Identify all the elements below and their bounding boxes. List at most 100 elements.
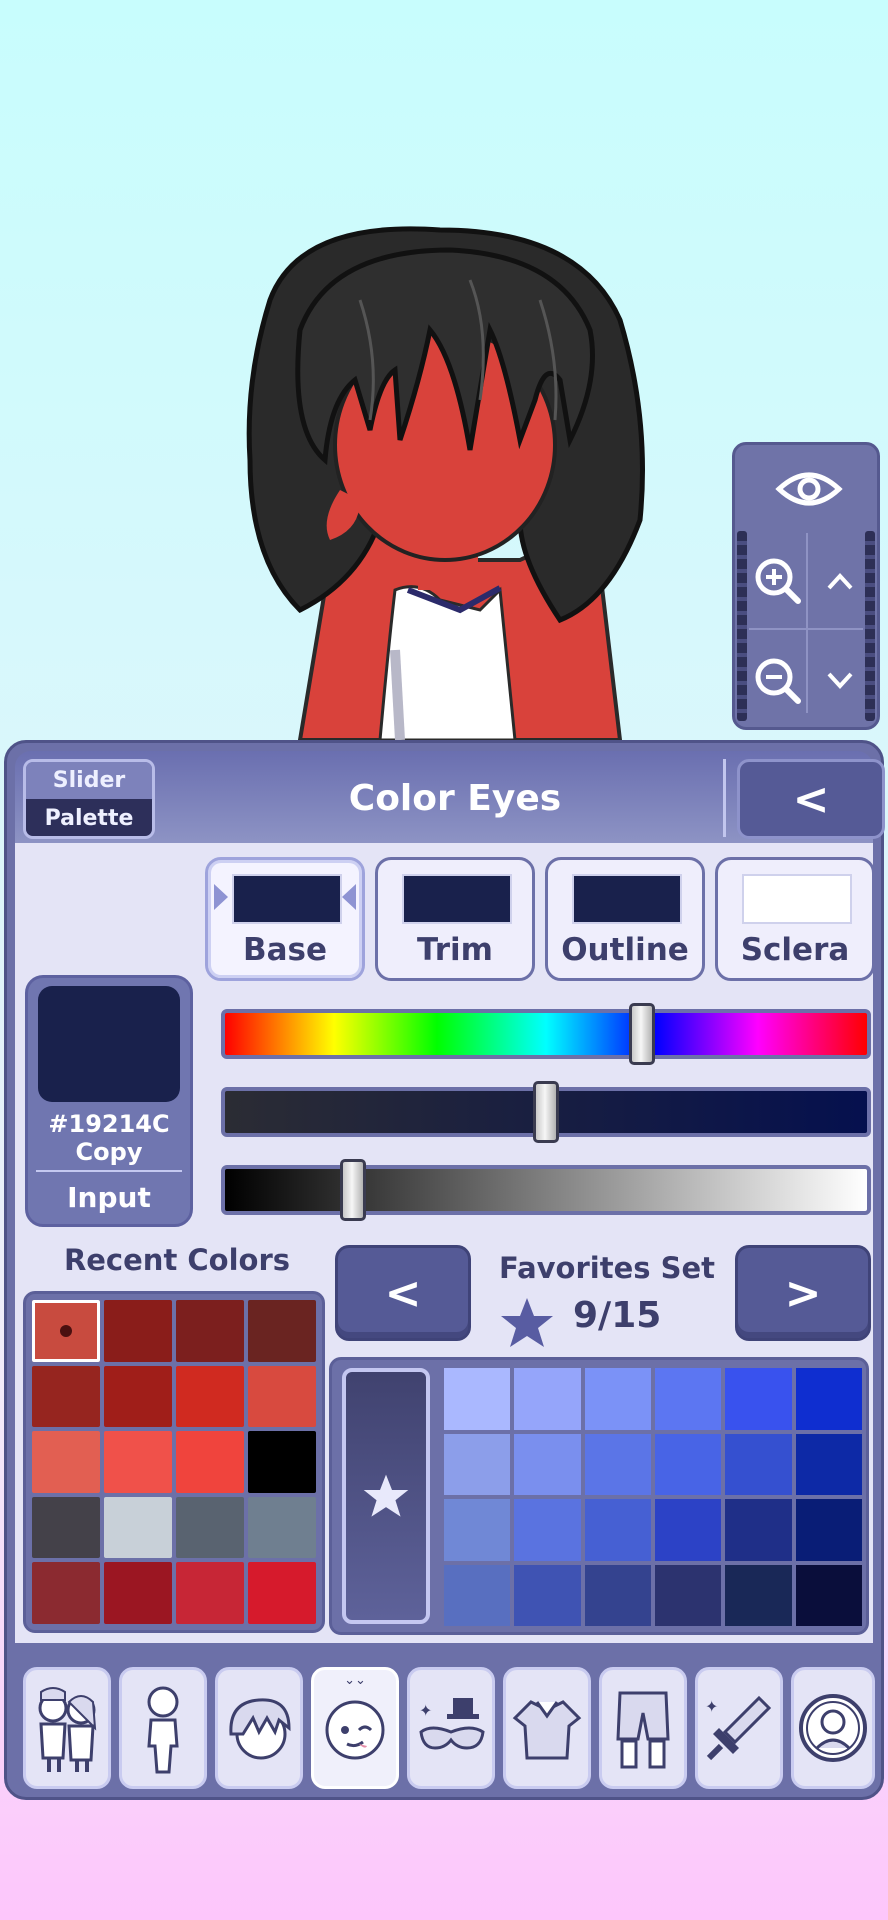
current-color-swatch [38,986,180,1102]
favorites-grid [444,1368,862,1626]
copy-button[interactable]: Copy [28,1138,190,1166]
selected-left-marker [214,884,228,910]
favorites-star-icon [501,1298,553,1347]
favorite-color-swatch[interactable] [514,1368,581,1430]
move-up-button[interactable] [811,541,869,621]
part-tab-outline[interactable]: Outline [545,857,705,981]
recent-color-swatch[interactable] [104,1300,172,1362]
saturation-slider-handle[interactable] [533,1081,559,1143]
nav-hair[interactable] [215,1667,303,1789]
recent-colors-grid [23,1291,325,1633]
favorite-color-swatch[interactable] [725,1499,792,1561]
favorite-color-swatch[interactable] [444,1368,511,1430]
recent-color-swatch[interactable] [248,1365,316,1428]
recent-color-swatch[interactable] [176,1496,244,1559]
mode-palette-option[interactable]: Palette [26,799,152,836]
recent-color-swatch[interactable] [32,1431,100,1493]
favorites-next-button[interactable]: > [735,1245,871,1341]
part-tab-sclera[interactable]: Sclera [715,857,875,981]
favorite-color-swatch[interactable] [584,1564,651,1626]
zoom-in-icon [755,558,801,604]
accessories-icon: ✦ [419,1698,485,1750]
favorite-color-swatch[interactable] [795,1368,862,1430]
favorite-color-swatch[interactable] [795,1499,862,1561]
recent-color-swatch[interactable] [104,1496,172,1559]
part-swatch [742,874,852,924]
favorite-color-swatch[interactable] [655,1368,722,1430]
nav-accessories[interactable]: ✦ [407,1667,495,1789]
nav-weapons[interactable]: ✦ [695,1667,783,1789]
input-button[interactable]: Input [28,1176,190,1220]
camera-rail-left[interactable] [737,531,747,721]
favorite-color-swatch[interactable] [725,1368,792,1430]
part-tab-trim[interactable]: Trim [375,857,535,981]
back-button[interactable]: < [737,759,885,839]
recent-color-swatch[interactable] [104,1365,172,1428]
brightness-slider[interactable] [221,1159,871,1221]
svg-text:✦: ✦ [419,1701,432,1720]
recent-color-swatch[interactable] [176,1431,244,1493]
favorite-color-swatch[interactable] [725,1433,792,1495]
saturation-slider[interactable] [221,1081,871,1143]
zoom-in-button[interactable] [749,541,807,621]
recent-color-swatch[interactable] [176,1365,244,1428]
input-divider [36,1170,182,1172]
recent-color-swatch[interactable] [248,1431,316,1493]
recent-color-swatch[interactable] [248,1562,316,1624]
bottom-clothing-icon [616,1691,670,1769]
recent-color-swatch[interactable] [248,1300,316,1362]
favorite-color-swatch[interactable] [514,1564,581,1626]
favorites-prev-button[interactable]: < [335,1245,471,1341]
recent-color-swatch[interactable] [176,1300,244,1362]
favorite-color-swatch[interactable] [584,1433,651,1495]
top-clothing-icon [512,1700,582,1760]
favorite-color-swatch[interactable] [584,1499,651,1561]
recent-color-swatch[interactable] [248,1496,316,1559]
nav-characters[interactable] [23,1667,111,1789]
selected-right-marker [342,884,356,910]
nav-bottoms[interactable] [599,1667,687,1789]
recent-color-swatch[interactable] [104,1562,172,1624]
recent-color-swatch[interactable] [104,1431,172,1493]
recent-color-swatch[interactable] [176,1562,244,1624]
mode-toggle[interactable]: Slider Palette [23,759,155,839]
favorite-color-swatch[interactable] [795,1433,862,1495]
eye-toggle-button[interactable] [765,459,853,519]
favorite-color-swatch[interactable] [514,1433,581,1495]
nav-face[interactable]: ⌄⌄ [311,1667,399,1789]
favorite-color-swatch[interactable] [655,1564,722,1626]
hue-slider[interactable] [221,1003,871,1065]
favorite-color-swatch[interactable] [444,1564,511,1626]
favorite-color-swatch[interactable] [514,1499,581,1561]
favorite-color-swatch[interactable] [444,1433,511,1495]
favorite-color-swatch[interactable] [655,1433,722,1495]
brightness-slider-handle[interactable] [340,1159,367,1221]
body-icon [147,1686,179,1774]
add-favorite-button[interactable] [342,1368,430,1624]
recent-color-swatch[interactable] [32,1365,100,1428]
favorite-color-swatch[interactable] [444,1499,511,1561]
part-label: Base [242,932,328,968]
move-up-icon [827,573,853,590]
recent-color-swatch[interactable] [32,1562,100,1624]
recent-color-swatch[interactable] [32,1300,100,1362]
part-label: Sclera [740,932,850,968]
favorite-color-swatch[interactable] [655,1499,722,1561]
hue-slider-handle[interactable] [629,1003,656,1065]
favorite-color-swatch[interactable] [795,1564,862,1626]
favorites-area [329,1357,869,1635]
part-tab-base[interactable]: Base [205,857,365,981]
favorite-color-swatch[interactable] [725,1564,792,1626]
zoom-out-button[interactable] [749,641,807,721]
nav-tops[interactable] [503,1667,591,1789]
nav-profile[interactable] [791,1667,875,1789]
recent-colors-title: Recent Colors [63,1243,291,1277]
part-swatch [232,874,342,924]
move-down-button[interactable] [811,641,869,721]
camera-controls [732,442,880,730]
favorite-color-swatch[interactable] [584,1368,651,1430]
recent-color-swatch[interactable] [32,1496,100,1559]
mode-slider-option[interactable]: Slider [26,762,152,799]
nav-body[interactable] [119,1667,207,1789]
profile-icon [799,1694,867,1762]
